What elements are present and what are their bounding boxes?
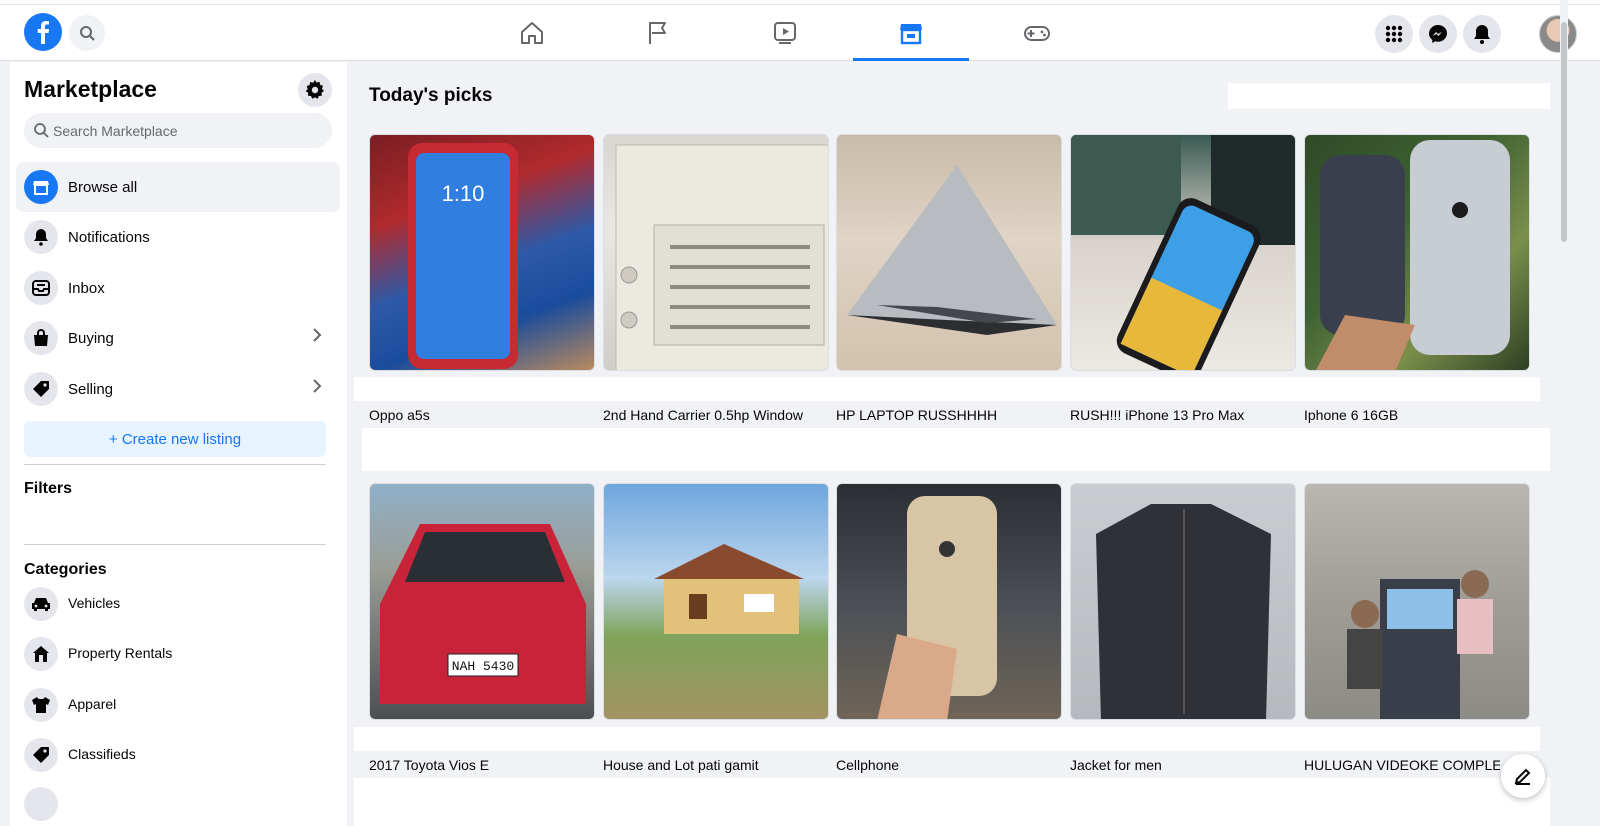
location-filter-placeholder [1228,83,1550,109]
listing-title[interactable]: 2nd Hand Carrier 0.5hp Window [603,407,829,423]
sidebar-item-label: Notifications [68,228,150,246]
flag-icon [649,22,666,44]
new-message-edit-icon[interactable] [1501,754,1545,798]
shirt-icon [24,688,58,722]
listing-image-iphone[interactable] [1070,134,1296,371]
bell-icon [24,220,58,254]
category-label: Apparel [68,696,117,712]
row-separator [354,377,1540,401]
todays-picks-heading: Today's picks [369,85,493,106]
shopping-bag-icon [24,321,58,355]
storefront-icon [900,24,922,45]
sidebar-item-browse-all[interactable]: Browse all [16,162,340,212]
menu-grid-icon[interactable] [1375,15,1413,53]
row-separator [362,428,1550,471]
category-partial[interactable] [24,784,324,824]
tag-icon [24,738,58,772]
category-classifieds[interactable]: Classifieds [24,735,324,775]
category-label: Property Rentals [68,645,173,661]
sidebar-item-notifications[interactable]: Notifications [16,212,340,262]
category-icon [24,787,58,821]
search-icon[interactable] [69,15,105,51]
messenger-icon[interactable] [1419,15,1457,53]
row-separator [354,727,1540,751]
gamepad-icon [1024,26,1050,41]
pages-tab[interactable] [600,5,716,61]
listing-title[interactable]: Jacket for men [1070,757,1296,773]
marketplace-sidebar: Marketplace Browse all Notifications Inb… [10,62,347,826]
listing-image-car[interactable]: NAH 5430 [369,483,595,720]
listing-image-gold-iphone[interactable] [836,483,1062,720]
sidebar-title: Marketplace [24,76,157,102]
sidebar-item-label: Selling [68,380,114,398]
row-separator [354,778,1550,826]
watch-tab[interactable] [727,5,843,61]
tag-icon [24,372,58,406]
sidebar-item-buying[interactable]: Buying [16,313,340,363]
car-icon [24,587,58,621]
category-label: Classifieds [68,746,136,762]
inbox-icon [24,271,58,305]
svg-text:1:10: 1:10 [442,181,485,206]
storefront-icon [24,170,58,204]
search-icon [34,123,49,138]
facebook-logo-icon[interactable] [24,13,62,51]
listing-image-laptop[interactable] [836,134,1062,371]
sidebar-divider [24,544,326,545]
chevron-right-icon [313,328,322,342]
category-label: Vehicles [68,595,121,611]
category-property-rentals[interactable]: Property Rentals [24,634,324,674]
sidebar-item-label: Inbox [68,279,105,297]
sidebar-divider [24,464,326,465]
video-play-icon [774,22,796,44]
sidebar-item-label: Buying [68,329,114,347]
listing-image-house[interactable] [603,483,829,720]
home-tab[interactable] [474,5,590,61]
house-icon [24,637,58,671]
svg-text:NAH 5430: NAH 5430 [452,659,514,674]
listing-image-videoke[interactable] [1304,483,1530,720]
profile-avatar[interactable] [1539,15,1577,53]
listing-image-iphone6[interactable] [1304,134,1530,371]
sidebar-item-selling[interactable]: Selling [16,364,340,414]
listing-image-phone[interactable]: 1:10 [369,134,595,371]
listing-title[interactable]: House and Lot pati gamit [603,757,829,773]
listing-title[interactable]: Iphone 6 16GB [1304,407,1530,423]
listing-title[interactable]: Cellphone [836,757,1062,773]
listing-title[interactable]: Oppo a5s [369,407,595,423]
gaming-tab[interactable] [979,5,1095,61]
marketplace-search-box[interactable] [24,113,332,148]
marketplace-tab[interactable] [853,5,969,61]
categories-heading: Categories [24,561,107,578]
sidebar-item-label: Browse all [68,178,138,196]
category-vehicles[interactable]: Vehicles [24,584,324,624]
create-new-listing-button[interactable]: + Create new listing [24,421,326,457]
settings-gear-icon[interactable] [298,73,332,107]
search-input[interactable] [53,113,323,148]
listing-image-aircon[interactable] [603,134,829,371]
chevron-right-icon [313,379,322,393]
notifications-bell-icon[interactable] [1463,15,1501,53]
category-apparel[interactable]: Apparel [24,685,324,725]
listing-image-jacket[interactable] [1070,483,1296,720]
listing-title[interactable]: HULUGAN VIDEOKE COMPLETE [1304,757,1500,773]
filters-heading: Filters [24,480,73,497]
listing-title[interactable]: HP LAPTOP RUSSHHHH [836,407,1062,423]
sidebar-item-inbox[interactable]: Inbox [16,263,340,313]
home-icon [521,22,543,44]
listing-title[interactable]: RUSH!!! iPhone 13 Pro Max [1070,407,1296,423]
listing-title[interactable]: 2017 Toyota Vios E [369,757,595,773]
scrollbar-thumb[interactable] [1561,22,1567,242]
